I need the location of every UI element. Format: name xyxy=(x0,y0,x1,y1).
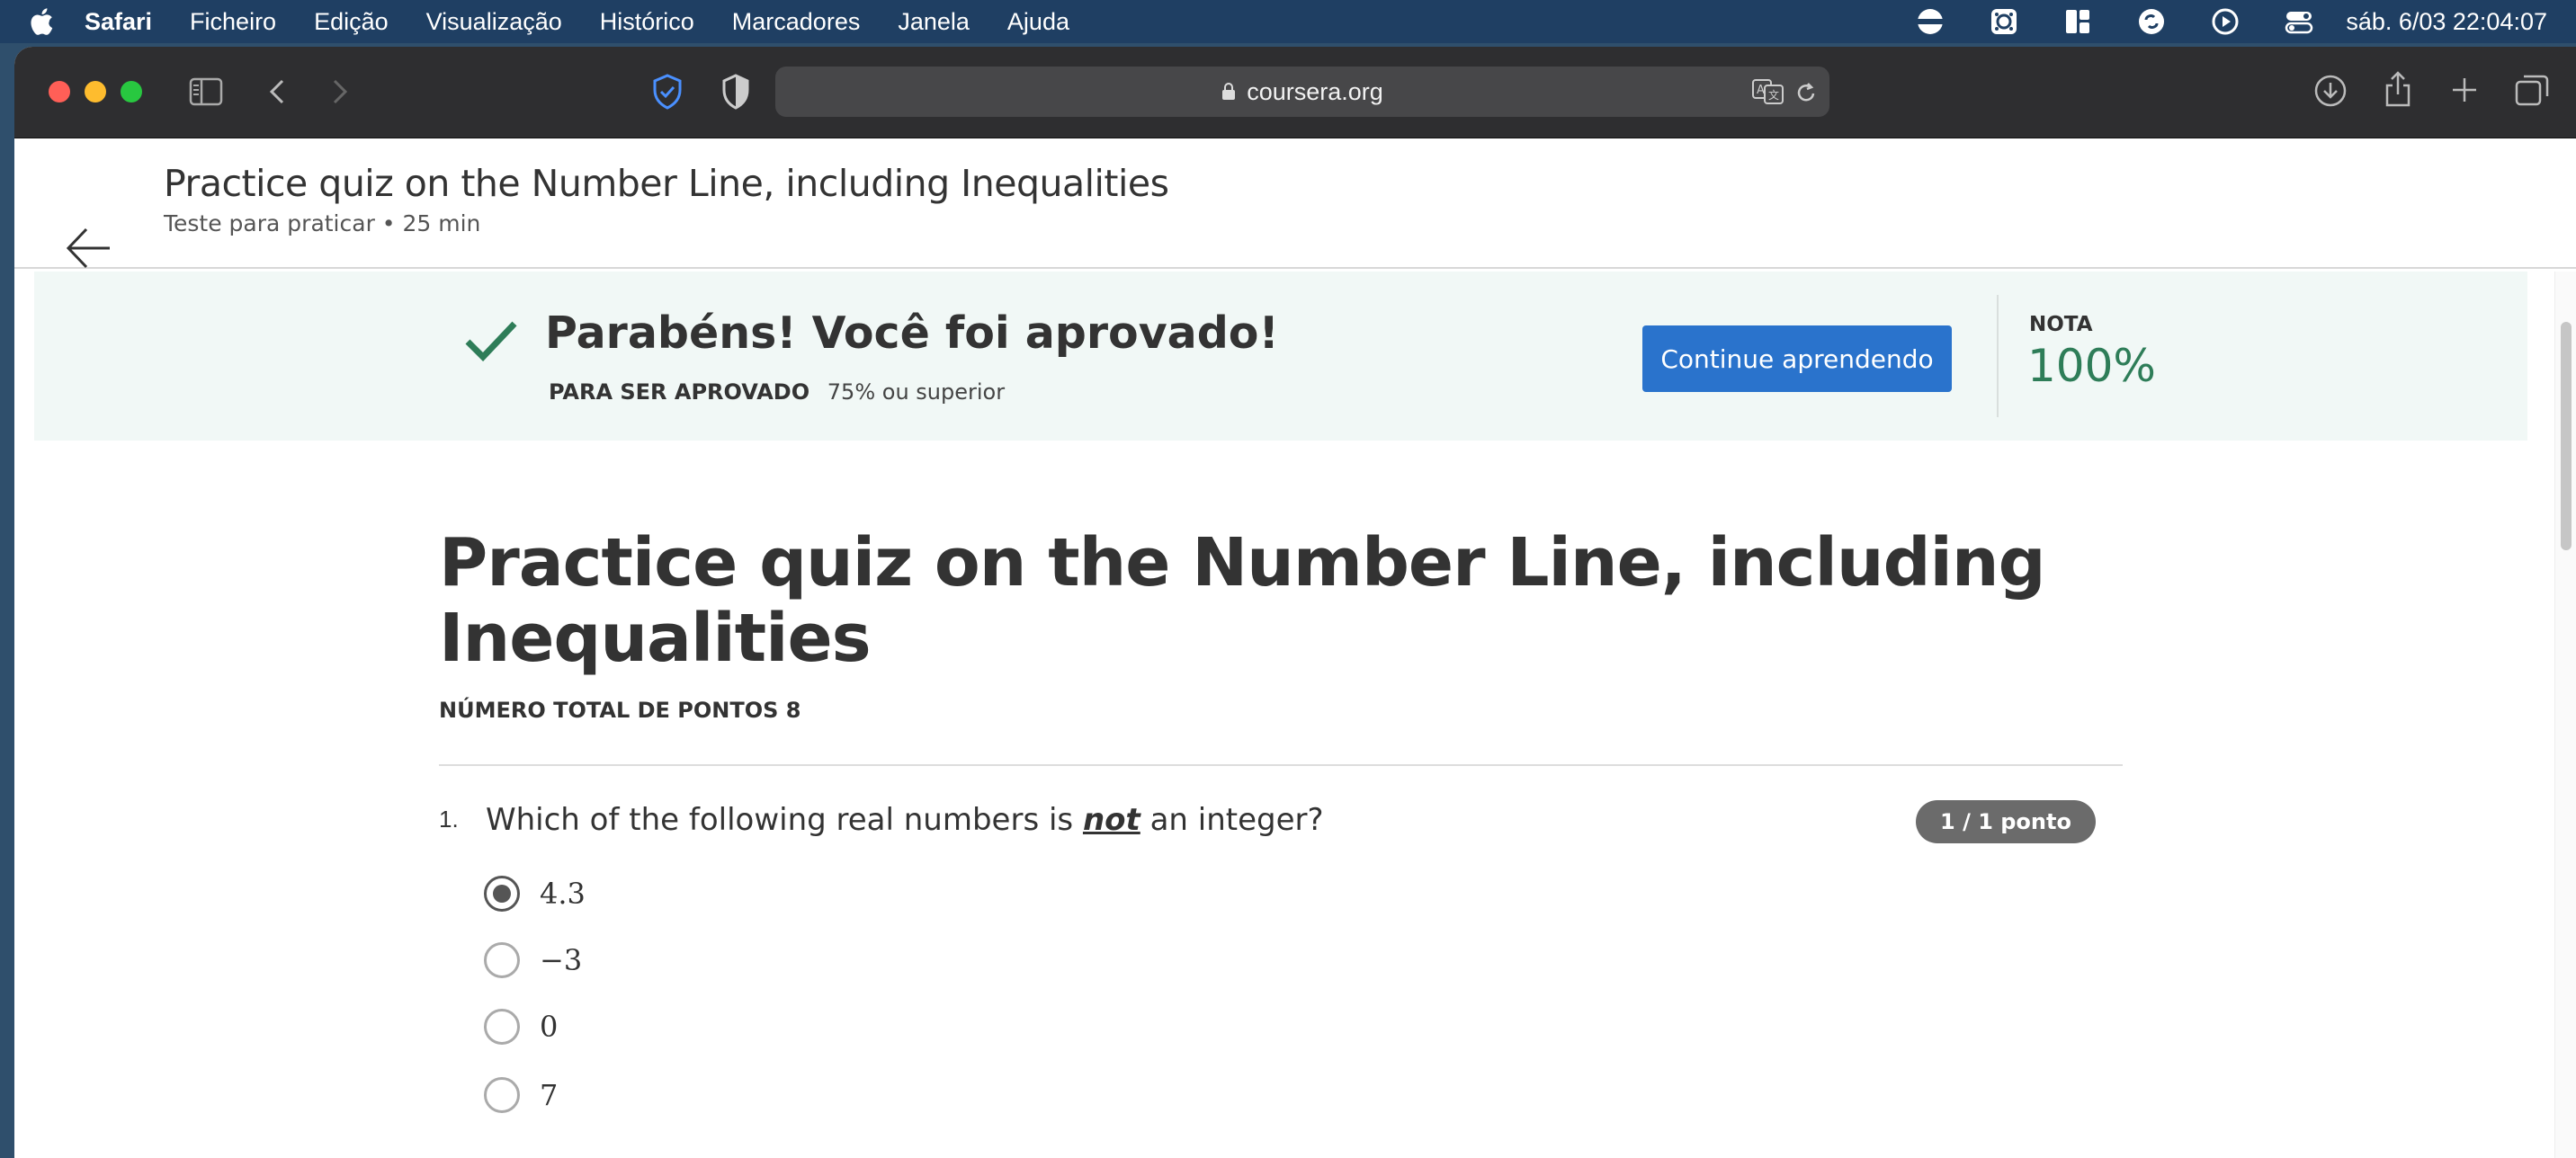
radio-button[interactable] xyxy=(484,1077,520,1113)
close-window-button[interactable] xyxy=(49,81,70,102)
safari-window: coursera.org A 文 Practice quiz on the Nu… xyxy=(14,47,2576,1158)
answer-option-label: −3 xyxy=(540,943,583,977)
translate-icon[interactable]: A 文 xyxy=(1752,79,1784,104)
radio-button-selected[interactable] xyxy=(484,876,520,912)
answer-option[interactable]: 7 xyxy=(484,1075,558,1115)
sync-icon[interactable] xyxy=(2137,7,2166,36)
menu-ajuda[interactable]: Ajuda xyxy=(1007,8,1069,36)
quiz-title: Practice quiz on the Number Line, includ… xyxy=(439,524,2046,677)
play-icon[interactable] xyxy=(2211,7,2240,36)
tab-overview-icon[interactable] xyxy=(2515,74,2549,106)
answer-option[interactable]: −3 xyxy=(484,940,582,980)
grade-value: 100% xyxy=(2027,340,2156,392)
header-title: Practice quiz on the Number Line, includ… xyxy=(164,162,1169,205)
lock-icon xyxy=(1222,83,1236,100)
page-scrollbar[interactable] xyxy=(2554,272,2576,1158)
back-nav-icon[interactable] xyxy=(266,77,288,106)
svg-text:A: A xyxy=(1757,84,1765,97)
answer-option-label: 4.3 xyxy=(540,877,586,911)
svg-text:文: 文 xyxy=(1768,88,1779,102)
pass-message: Parabéns! Você foi aprovado! xyxy=(545,307,1279,359)
divider xyxy=(439,764,2123,766)
scrollbar-thumb[interactable] xyxy=(2561,322,2572,550)
shield-icon[interactable] xyxy=(721,74,750,110)
downloads-icon[interactable] xyxy=(2313,74,2348,108)
share-icon[interactable] xyxy=(2384,70,2412,108)
back-arrow-icon[interactable] xyxy=(65,225,112,272)
header-subtitle: Teste para praticar • 25 min xyxy=(164,210,481,236)
zoom-window-button[interactable] xyxy=(121,81,142,102)
question-text: Which of the following real numbers is n… xyxy=(486,802,1324,838)
minimize-window-button[interactable] xyxy=(85,81,106,102)
pass-banner: Parabéns! Você foi aprovado! PARA SER AP… xyxy=(34,272,2527,441)
reload-icon[interactable] xyxy=(1795,81,1817,104)
privacy-shield-icon[interactable] xyxy=(651,74,684,110)
answer-option[interactable]: 4.3 xyxy=(484,874,586,913)
pass-requirement-value: 75% ou superior xyxy=(827,379,1006,405)
apple-icon[interactable] xyxy=(27,6,54,37)
question-text-emphasis: not xyxy=(1082,802,1140,838)
answer-option-label: 0 xyxy=(540,1010,559,1044)
grade-label: NOTA xyxy=(2029,313,2093,336)
flag-icon[interactable] xyxy=(1916,7,1945,36)
question-text-before: Which of the following real numbers is xyxy=(486,802,1083,838)
url-text: coursera.org xyxy=(1247,77,1383,105)
radio-button[interactable] xyxy=(484,942,520,978)
menu-extra-icon[interactable] xyxy=(1990,7,2018,36)
menu-janela[interactable]: Janela xyxy=(898,8,970,36)
continue-learning-button[interactable]: Continue aprendendo xyxy=(1642,325,1952,392)
new-tab-icon[interactable] xyxy=(2450,76,2479,104)
question-score-badge: 1 / 1 ponto xyxy=(1916,800,2096,843)
forward-nav-icon[interactable] xyxy=(329,77,351,106)
banner-divider xyxy=(1997,295,1999,417)
menu-visualizacao[interactable]: Visualização xyxy=(426,8,562,36)
menu-edicao[interactable]: Edição xyxy=(314,8,389,36)
pass-requirement-label: PARA SER APROVADO xyxy=(549,379,810,405)
menu-ficheiro[interactable]: Ficheiro xyxy=(190,8,276,36)
menu-marcadores[interactable]: Marcadores xyxy=(732,8,861,36)
menubar-clock[interactable]: sáb. 6/03 22:04:07 xyxy=(2346,8,2547,36)
question-text-after: an integer? xyxy=(1140,802,1324,838)
safari-toolbar: coursera.org A 文 xyxy=(14,47,2576,138)
answer-option[interactable]: 0 xyxy=(484,1007,558,1047)
layout-icon[interactable] xyxy=(2063,7,2092,36)
question-number: 1. xyxy=(439,806,459,833)
answer-option-label: 7 xyxy=(540,1078,559,1112)
checkmark-icon xyxy=(465,321,517,362)
sidebar-toggle-icon[interactable] xyxy=(189,77,223,106)
total-points: NÚMERO TOTAL DE PONTOS 8 xyxy=(439,698,801,723)
menu-historico[interactable]: Histórico xyxy=(600,8,694,36)
radio-button[interactable] xyxy=(484,1009,520,1045)
pass-requirement: PARA SER APROVADO 75% ou superior xyxy=(549,379,1005,405)
control-center-icon[interactable] xyxy=(2285,7,2313,36)
menu-safari[interactable]: Safari xyxy=(85,8,152,36)
macos-menubar: Safari Ficheiro Edição Visualização Hist… xyxy=(0,0,2576,43)
address-bar[interactable]: coursera.org A 文 xyxy=(775,67,1829,117)
